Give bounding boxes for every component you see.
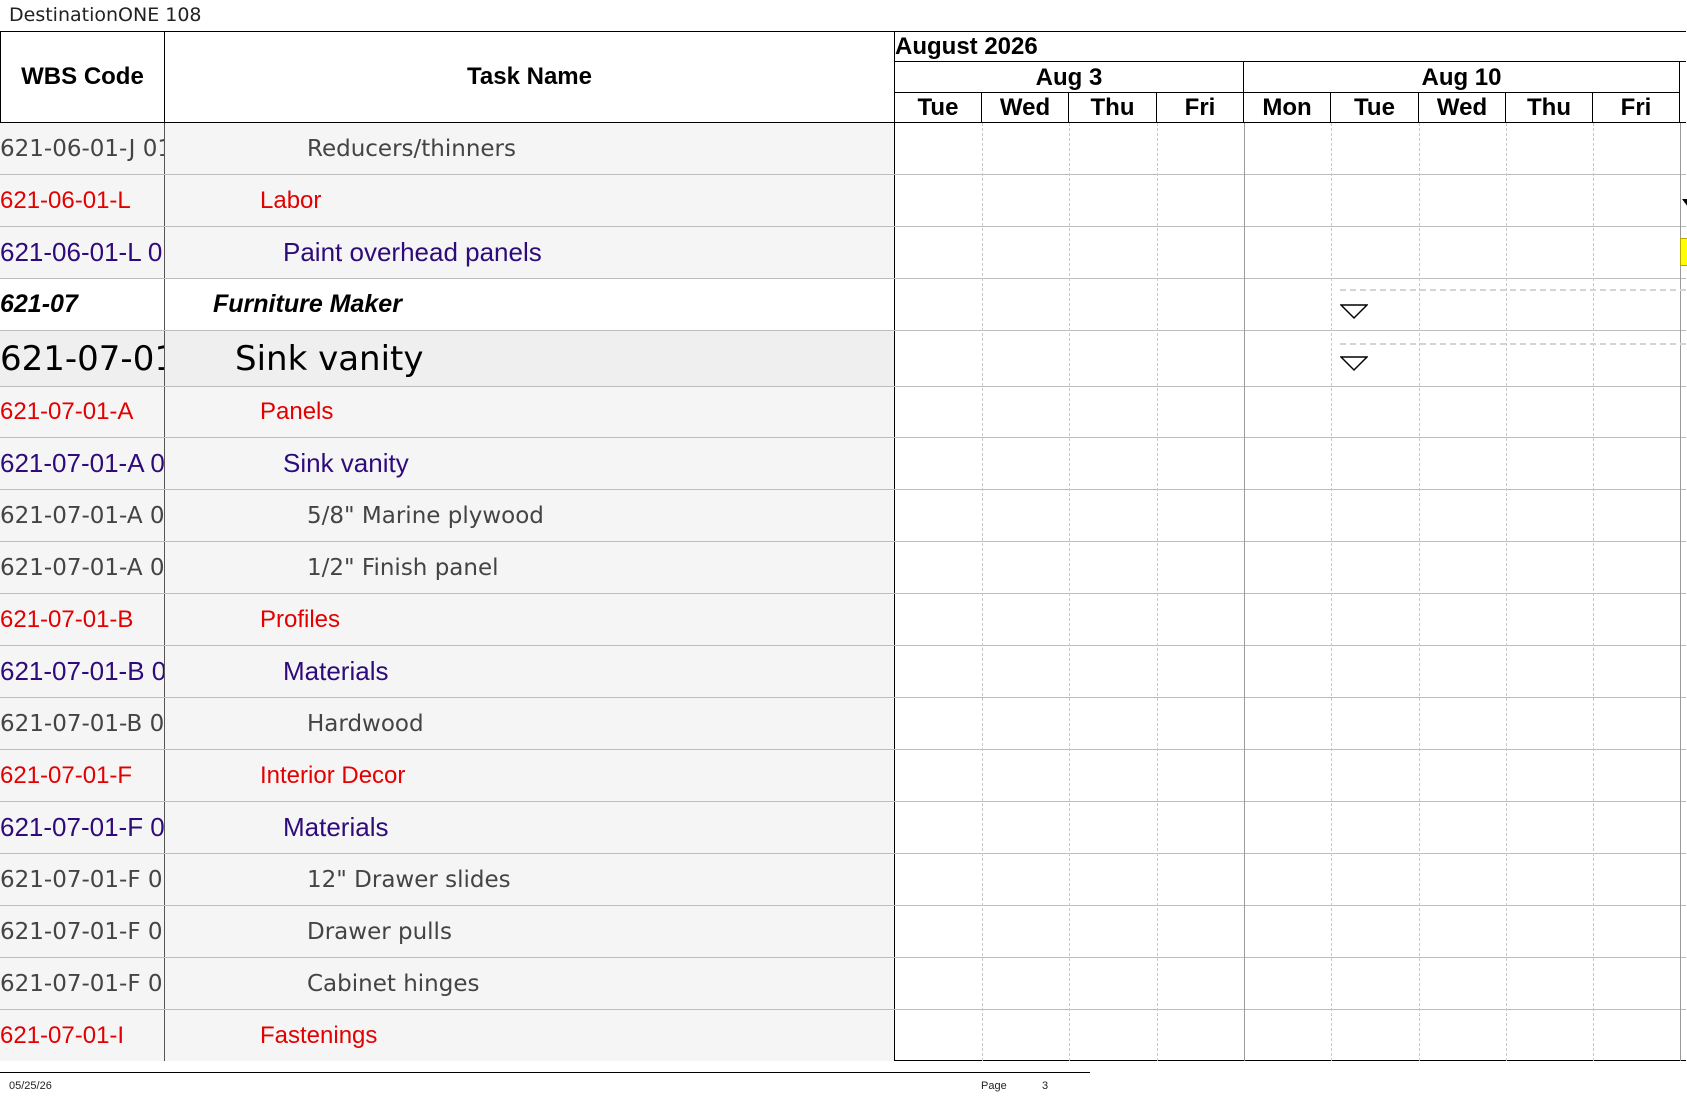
footer-page-number: 3 [1042,1080,1049,1092]
timescale-day: Tue [895,93,982,123]
wbs-code: 621-07-01-A 0 [0,438,165,489]
wbs-code: 621-07-01 [0,331,165,386]
wbs-code: 621-07-01-F 0 [0,802,165,853]
task-name: 1/2" Finish panel [165,542,895,593]
timescale-day: Wed [982,93,1069,123]
day-gridline [1593,123,1594,1061]
task-name: Labor [165,175,895,226]
wbs-code: 621-07-01-F 01 [0,854,165,905]
timescale-day: Tue [1331,93,1419,123]
summary-start-triangle-icon[interactable] [1340,304,1368,322]
summary-bar-sink-vanity[interactable] [1340,343,1686,345]
timescale-day: Thu [1506,93,1593,123]
timescale-day: Fri [1593,93,1680,123]
wbs-code: 621-07-01-A [0,387,165,437]
wbs-code: 621-07-01-I [0,1010,165,1061]
document-title: DestinationONE 108 [9,4,202,26]
task-name: Sink vanity [165,331,895,386]
footer-date: 05/25/26 [9,1080,52,1092]
timescale-day: Fri [1157,93,1244,123]
task-name: 12" Drawer slides [165,854,895,905]
task-name: Hardwood [165,698,895,749]
footer-divider [0,1072,1090,1073]
day-gridline [1419,123,1420,1061]
wbs-code: 621-07-01-F 01 [0,958,165,1009]
wbs-code: 621-06-01-L 0 [0,227,165,278]
summary-start-triangle-icon[interactable] [1340,356,1368,374]
wbs-code: 621-07 [0,279,165,330]
wbs-code: 621-07-01-F [0,750,165,801]
task-name: Fastenings [165,1010,895,1061]
task-name: Cabinet hinges [165,958,895,1009]
timescale-week-aug-3: Aug 3 [895,62,1244,93]
timescale-day: Mon [1244,93,1331,123]
task-name: Paint overhead panels [165,227,895,278]
day-gridline [1506,123,1507,1061]
task-name: 5/8" Marine plywood [165,490,895,541]
day-gridline [1157,123,1158,1061]
task-name: Sink vanity [165,438,895,489]
wbs-column-header[interactable]: WBS Code [0,31,165,123]
task-name: Panels [165,387,895,437]
day-gridline [1331,123,1332,1061]
wbs-code: 621-07-01-B [0,594,165,645]
task-name: Furniture Maker [165,279,895,330]
task-bar-paint-overhead-panels[interactable] [1680,238,1687,266]
offscreen-arrow-icon [1682,199,1687,206]
wbs-code: 621-07-01-B 01 [0,698,165,749]
wbs-code: 621-07-01-A 01 [0,490,165,541]
wbs-code: 621-07-01-B 0 [0,646,165,697]
summary-bar-furniture-maker[interactable] [1340,289,1686,291]
wbs-code: 621-07-01-A 01 [0,542,165,593]
day-gridline [1069,123,1070,1061]
task-name-column-header[interactable]: Task Name [165,31,895,123]
timescale-day: Wed [1419,93,1506,123]
task-name: Profiles [165,594,895,645]
gantt-chart-area[interactable] [895,123,1686,1061]
wbs-code: 621-06-01-L [0,175,165,226]
task-name: Reducers/thinners [165,123,895,174]
task-name: Materials [165,802,895,853]
task-name: Materials [165,646,895,697]
timescale-day: Thu [1069,93,1157,123]
task-name: Interior Decor [165,750,895,801]
footer-page-label: Page [981,1080,1007,1092]
wbs-code: 621-06-01-J 01 [0,123,165,174]
timescale-month: August 2026 [895,31,1686,62]
task-name: Drawer pulls [165,906,895,957]
wbs-code: 621-07-01-F 01 [0,906,165,957]
week-gridline [1244,123,1245,1061]
day-gridline [982,123,983,1061]
timescale-week-aug-10: Aug 10 [1244,62,1680,93]
